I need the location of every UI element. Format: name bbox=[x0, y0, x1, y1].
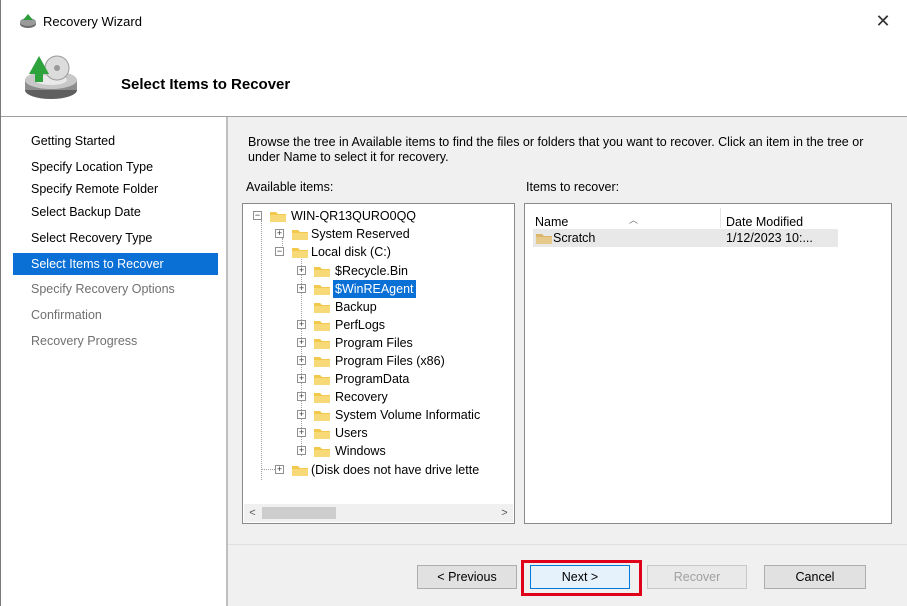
cancel-button[interactable]: Cancel bbox=[764, 565, 866, 589]
tree-label-folder: Program Files (x86) bbox=[335, 354, 445, 368]
tree-node-folder[interactable]: + Program Files (x86) bbox=[297, 352, 513, 370]
expand-icon[interactable]: + bbox=[297, 410, 306, 419]
nav-item-getting-started[interactable]: Getting Started bbox=[13, 130, 218, 152]
expand-icon[interactable]: + bbox=[297, 266, 306, 275]
items-to-recover-label: Items to recover: bbox=[526, 180, 620, 194]
tree-label-folder: Users bbox=[335, 426, 368, 440]
tree-node-folder[interactable]: + PerfLogs bbox=[297, 316, 513, 334]
list-row-scratch[interactable]: Scratch 1/12/2023 10:... bbox=[533, 229, 838, 247]
tree-label-folder: Backup bbox=[335, 300, 377, 314]
nav-item-select-recovery-type[interactable]: Select Recovery Type bbox=[13, 227, 218, 249]
page-title: Select Items to Recover bbox=[121, 76, 291, 93]
folder-icon bbox=[536, 234, 552, 244]
nav-item-specify-recovery-options: Specify Recovery Options bbox=[31, 282, 175, 296]
expand-icon[interactable]: + bbox=[297, 428, 306, 437]
tree-label-folder: ProgramData bbox=[335, 372, 410, 386]
folder-icon bbox=[314, 411, 330, 421]
expand-icon[interactable]: + bbox=[297, 338, 306, 347]
items-to-recover-list[interactable]: Name ︿ Date Modified Scratch 1/12/2023 1… bbox=[524, 203, 892, 524]
nav-item-specify-location-type[interactable]: Specify Location Type bbox=[13, 156, 218, 178]
scroll-left-icon[interactable]: < bbox=[244, 504, 261, 522]
tree-node-folder[interactable]: + Users bbox=[297, 424, 513, 442]
title-bar: Recovery Wizard ✕ bbox=[1, 0, 907, 40]
tree-label-local-disk: Local disk (C:) bbox=[311, 245, 391, 259]
tree-node-local-disk[interactable]: − Local disk (C:) bbox=[275, 243, 513, 261]
folder-icon bbox=[314, 447, 330, 457]
scroll-right-icon[interactable]: > bbox=[496, 504, 513, 522]
previous-button[interactable]: < Previous bbox=[417, 565, 517, 589]
scrollbar-thumb[interactable] bbox=[262, 507, 336, 519]
folder-icon bbox=[292, 248, 308, 258]
tree-node-folder[interactable]: + $Recycle.Bin bbox=[297, 262, 513, 280]
tree-node-folder[interactable]: Backup bbox=[297, 298, 513, 316]
main-panel: Browse the tree in Available items to fi… bbox=[228, 117, 907, 544]
folder-icon bbox=[314, 375, 330, 385]
expand-icon[interactable]: + bbox=[275, 465, 284, 474]
tree-label-server: WIN-QR13QURO0QQ bbox=[291, 209, 417, 223]
folder-icon bbox=[314, 285, 330, 295]
expand-icon[interactable]: + bbox=[297, 320, 306, 329]
window-title: Recovery Wizard bbox=[43, 14, 142, 29]
wizard-app-icon bbox=[20, 14, 36, 28]
sort-up-icon: ︿ bbox=[629, 215, 639, 225]
column-name-label: Name bbox=[535, 215, 569, 229]
nav-item-recovery-progress: Recovery Progress bbox=[31, 334, 138, 348]
collapse-icon[interactable]: − bbox=[275, 247, 284, 256]
folder-icon bbox=[314, 321, 330, 331]
expand-icon[interactable]: + bbox=[275, 229, 284, 238]
expand-icon[interactable]: + bbox=[297, 446, 306, 455]
tree-label-folder: PerfLogs bbox=[335, 318, 386, 332]
column-divider[interactable] bbox=[720, 208, 721, 228]
tree-node-folder[interactable]: + System Volume Informatic bbox=[297, 406, 513, 424]
expand-icon[interactable]: + bbox=[297, 374, 306, 383]
nav-item-select-items-to-recover[interactable]: Select Items to Recover bbox=[13, 253, 218, 275]
tree-node-folder[interactable]: + Windows bbox=[297, 442, 513, 460]
server-folder-icon bbox=[270, 212, 286, 222]
expand-icon[interactable]: + bbox=[297, 392, 306, 401]
expand-icon[interactable]: + bbox=[297, 284, 306, 293]
recover-button: Recover bbox=[647, 565, 747, 589]
tree-label-folder: Recovery bbox=[335, 390, 388, 404]
folder-icon bbox=[314, 357, 330, 367]
wizard-steps-nav: Getting Started Specify Location Type Sp… bbox=[1, 117, 226, 606]
available-items-tree[interactable]: − WIN-QR13QURO0QQ + System Reserved − Lo… bbox=[242, 203, 515, 524]
instructions-text: Browse the tree in Available items to fi… bbox=[248, 135, 864, 164]
tree-label-folder: Windows bbox=[335, 444, 386, 458]
folder-icon bbox=[292, 230, 308, 240]
close-icon[interactable]: ✕ bbox=[871, 10, 895, 32]
folder-icon bbox=[314, 303, 330, 313]
wizard-header: Select Items to Recover bbox=[1, 40, 907, 116]
nav-item-specify-remote-folder[interactable]: Specify Remote Folder bbox=[13, 178, 218, 200]
folder-icon bbox=[314, 393, 330, 403]
tree-node-no-drive-letter[interactable]: + (Disk does not have drive lette bbox=[275, 461, 513, 479]
tree-label-folder: Program Files bbox=[335, 336, 413, 350]
nav-item-confirmation: Confirmation bbox=[31, 308, 102, 322]
tree-label-folder: System Volume Informatic bbox=[335, 408, 481, 422]
tree-label-no-drive-letter: (Disk does not have drive lette bbox=[311, 463, 480, 477]
nav-item-select-backup-date[interactable]: Select Backup Date bbox=[13, 201, 218, 223]
tree-node-folder[interactable]: + Program Files bbox=[297, 334, 513, 352]
tree-node-system-reserved[interactable]: + System Reserved bbox=[275, 225, 513, 243]
tree-node-server[interactable]: − WIN-QR13QURO0QQ bbox=[253, 207, 513, 225]
next-button-highlight bbox=[521, 560, 642, 596]
tree-node-folder[interactable]: + ProgramData bbox=[297, 370, 513, 388]
folder-icon bbox=[314, 339, 330, 349]
tree-label-selected-folder: $WinREAgent bbox=[332, 279, 417, 299]
folder-icon bbox=[314, 267, 330, 277]
expand-icon[interactable]: + bbox=[297, 356, 306, 365]
tree-node-folder[interactable]: + Recovery bbox=[297, 388, 513, 406]
folder-icon bbox=[314, 429, 330, 439]
recovery-wizard-window: Recovery Wizard ✕ Select Items to Recove… bbox=[0, 0, 907, 606]
backup-drive-icon bbox=[25, 55, 77, 99]
tree-label-folder: $Recycle.Bin bbox=[335, 264, 408, 278]
available-items-label: Available items: bbox=[246, 180, 334, 194]
tree-label-system-reserved: System Reserved bbox=[311, 227, 410, 241]
collapse-icon[interactable]: − bbox=[253, 211, 262, 220]
folder-icon bbox=[292, 466, 308, 476]
row-name: Scratch bbox=[553, 231, 596, 245]
column-date-label: Date Modified bbox=[726, 215, 804, 229]
row-date: 1/12/2023 10:... bbox=[726, 231, 813, 245]
tree-node-folder-selected[interactable]: + $WinREAgent bbox=[297, 279, 513, 299]
tree-horizontal-scrollbar[interactable]: < > bbox=[244, 504, 513, 522]
